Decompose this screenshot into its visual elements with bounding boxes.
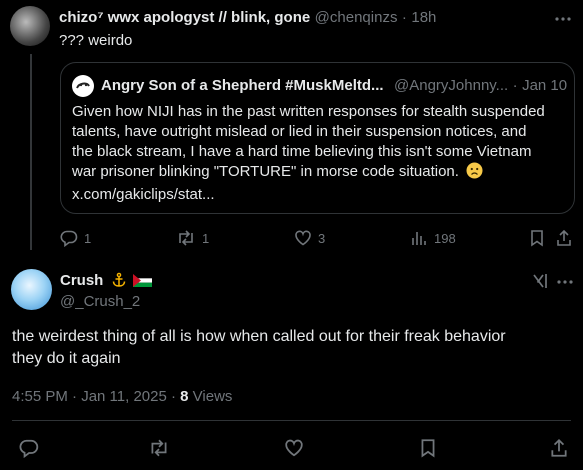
main-reply-button[interactable] [19,438,39,458]
main-views-count: 8 [180,388,189,405]
divider [12,420,571,421]
heart-icon [294,229,312,247]
repost-icon [176,229,196,247]
more-icon-main[interactable] [556,273,574,291]
bookmark-icon[interactable] [529,229,545,247]
main-text-line: they do it again [12,350,121,367]
quoted-text-line: Given how NIJI has in the past written r… [72,103,545,120]
quoted-date: Jan 10 [522,77,568,94]
quoted-text-line: the black stream, I have a hard time bel… [72,143,532,160]
main-timestamp[interactable]: 4:55 PM · Jan 11, 2025 · [12,388,180,405]
main-bookmark-button[interactable] [419,438,437,458]
main-handle[interactable]: @_Crush_2 [60,293,140,310]
grok-icon[interactable] [531,272,549,290]
reply-action-reply[interactable]: 1 [60,229,91,247]
quoted-separator: · [512,77,518,94]
quoted-display-name: Angry Son of a Shepherd #MuskMeltd... [101,77,384,94]
more-icon-reply[interactable] [554,10,572,28]
main-text-line: the weirdest thing of all is how when ca… [12,328,506,345]
quoted-handle: @AngryJohnny... [394,77,509,94]
main-views-label: Views [188,388,233,405]
reply-time[interactable]: 18h [411,9,436,26]
avatar-quoted [72,75,94,97]
reply-text: ??? weirdo [59,32,133,49]
anchor-icon [111,272,127,293]
quoted-text-line: talents, have outright mislead or lied i… [72,123,527,140]
reply-action-like[interactable]: 3 [294,229,325,247]
main-like-button[interactable] [284,438,304,458]
flag-icon [133,274,153,292]
main-share-button[interactable] [549,438,569,458]
views-icon [410,229,428,247]
reply-handle[interactable]: @chenqinzs [315,9,398,26]
worried-face-icon [466,162,483,185]
main-tweet-text: the weirdest thing of all is how when ca… [12,326,506,370]
quoted-tweet-card[interactable]: Angry Son of a Shepherd #MuskMeltd... @A… [60,62,575,214]
avatar-chizo[interactable] [10,6,50,46]
reply-icon [60,229,78,247]
main-display-name[interactable]: Crush [60,272,103,289]
repost-count: 1 [202,230,210,246]
quoted-link[interactable]: x.com/gakiclips/stat... [72,185,567,205]
main-author: Crush [60,272,153,293]
quoted-text-line-4: war prisoner blinking "TORTURE" in morse… [72,163,459,180]
avatar-crush[interactable] [11,269,52,310]
reply-action-views[interactable]: 198 [410,229,456,247]
share-icon[interactable] [555,229,573,247]
thread-line [30,54,32,250]
reply-count: 1 [84,230,92,246]
main-meta: 4:55 PM · Jan 11, 2025 · 8 Views [12,388,232,405]
quoted-text: Given how NIJI has in the past written r… [72,102,567,205]
quoted-header: Angry Son of a Shepherd #MuskMeltd... @A… [101,77,567,95]
like-count: 3 [318,230,326,246]
reply-action-repost[interactable]: 1 [176,229,209,247]
reply-header: chizo⁷ wwx apologyst // blink, gone @che… [59,9,436,27]
main-repost-button[interactable] [148,438,170,458]
reply-separator: · [401,9,407,26]
views-count: 198 [434,230,456,246]
reply-display-name[interactable]: chizo⁷ wwx apologyst // blink, gone [59,9,310,26]
quoted-text-line: war prisoner blinking "TORTURE" in morse… [72,162,567,185]
